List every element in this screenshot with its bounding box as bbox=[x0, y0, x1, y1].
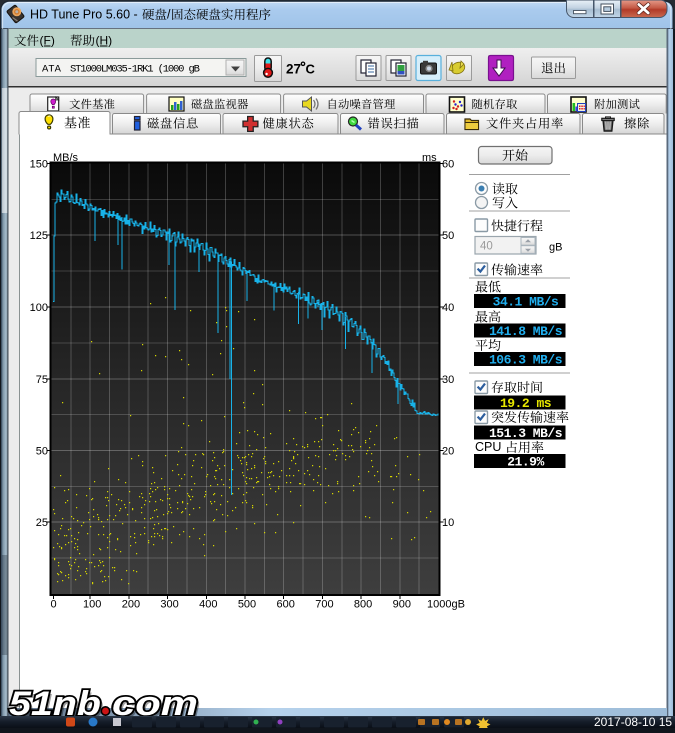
svg-text:600: 600 bbox=[277, 599, 295, 611]
svg-text:40: 40 bbox=[480, 241, 493, 253]
svg-text:900: 900 bbox=[393, 599, 411, 611]
svg-text:27: 27 bbox=[286, 62, 301, 77]
svg-text:1000gB: 1000gB bbox=[427, 599, 465, 611]
svg-text:gB: gB bbox=[549, 242, 562, 254]
svg-text:/: / bbox=[167, 8, 171, 22]
svg-text:10: 10 bbox=[442, 517, 454, 529]
svg-text:40: 40 bbox=[442, 302, 454, 314]
svg-text:34.1 MB/s: 34.1 MB/s bbox=[493, 295, 559, 310]
svg-text:MB/s: MB/s bbox=[53, 152, 79, 164]
svg-text:500: 500 bbox=[238, 599, 256, 611]
svg-text:20: 20 bbox=[442, 446, 454, 458]
svg-text:ATA: ATA bbox=[42, 64, 62, 76]
svg-text:141.8 MB/s: 141.8 MB/s bbox=[489, 324, 563, 339]
svg-text:ms: ms bbox=[422, 152, 437, 164]
svg-text:(H): (H) bbox=[96, 34, 113, 48]
svg-text:0: 0 bbox=[50, 599, 56, 611]
svg-text:300: 300 bbox=[160, 599, 178, 611]
svg-text:800: 800 bbox=[354, 599, 372, 611]
svg-text:25: 25 bbox=[36, 517, 48, 529]
svg-text:151.3 MB/s: 151.3 MB/s bbox=[489, 426, 563, 441]
svg-text:ST1000LM035-1RK1 (1000 gB: ST1000LM035-1RK1 (1000 gB bbox=[70, 64, 200, 76]
svg-text:19.2 ms: 19.2 ms bbox=[500, 396, 552, 411]
svg-text:100: 100 bbox=[30, 302, 48, 314]
svg-text:60: 60 bbox=[442, 159, 454, 171]
svg-text:200: 200 bbox=[122, 599, 140, 611]
svg-text:106.3 MB/s: 106.3 MB/s bbox=[489, 353, 563, 368]
svg-text:CPU: CPU bbox=[475, 440, 501, 454]
svg-text:C: C bbox=[306, 62, 316, 77]
svg-text:21.9%: 21.9% bbox=[507, 455, 544, 470]
svg-text:150: 150 bbox=[30, 159, 48, 171]
svg-text:400: 400 bbox=[199, 599, 217, 611]
svg-text:125: 125 bbox=[30, 230, 48, 242]
svg-text:700: 700 bbox=[315, 599, 333, 611]
svg-text:HD Tune Pro 5.60 -: HD Tune Pro 5.60 - bbox=[30, 8, 138, 22]
svg-text:(F): (F) bbox=[40, 34, 55, 48]
svg-text:2017-08-10 15: 2017-08-10 15 bbox=[594, 715, 672, 728]
svg-text:75: 75 bbox=[36, 374, 48, 386]
svg-text:100: 100 bbox=[83, 599, 101, 611]
svg-text:50: 50 bbox=[442, 230, 454, 242]
svg-text:50: 50 bbox=[36, 446, 48, 458]
svg-text:30: 30 bbox=[442, 374, 454, 386]
